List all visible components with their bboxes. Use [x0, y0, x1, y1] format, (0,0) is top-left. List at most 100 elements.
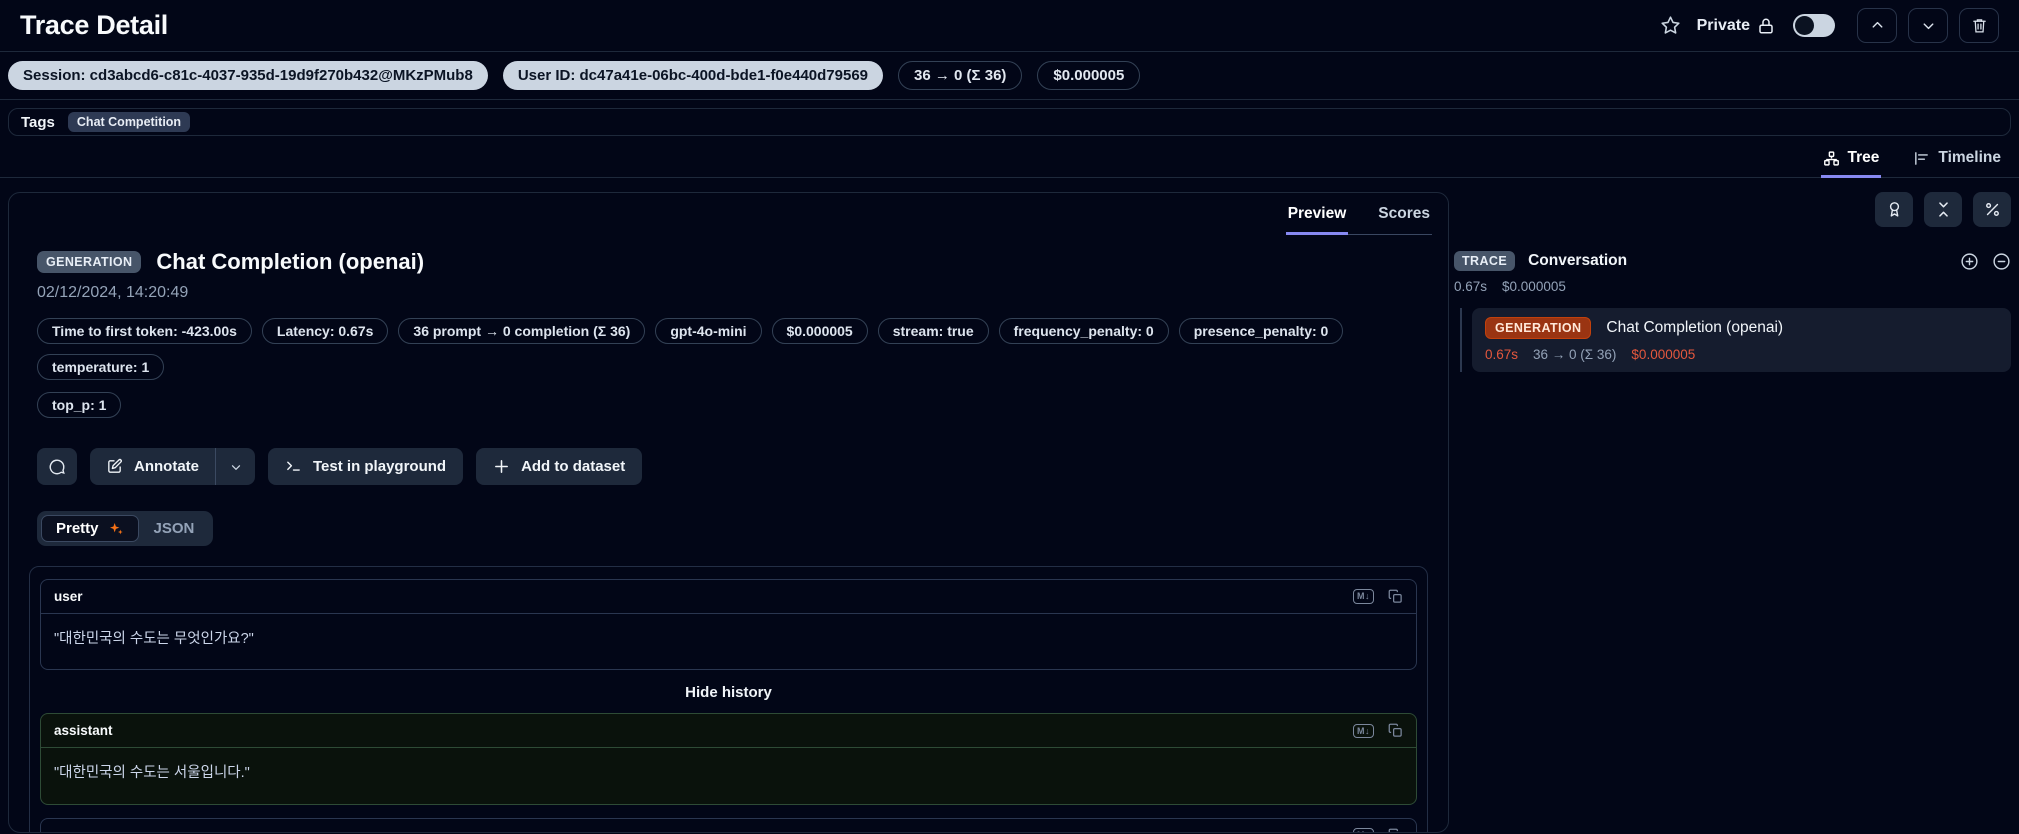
add-to-dataset-button[interactable]: Add to dataset [476, 448, 643, 485]
message-header: user M↓ [41, 580, 1416, 613]
markdown-icon[interactable]: M↓ [1353, 828, 1374, 832]
copy-button[interactable] [1388, 723, 1403, 738]
latency-badge: Latency: 0.67s [261, 318, 389, 344]
node-latency: 0.67s [1485, 347, 1519, 362]
message-content: "대한민국의 수도는 서울입니다." [41, 747, 1416, 803]
hide-history-button[interactable]: Hide history [40, 670, 1417, 713]
json-label: JSON [153, 520, 195, 537]
previous-trace-button[interactable] [1857, 8, 1897, 43]
tree-icon [1823, 150, 1840, 167]
timeline-icon [1913, 150, 1930, 167]
comment-icon [48, 458, 66, 476]
ttft-badge: Time to first token: -423.00s [37, 318, 252, 344]
add-dataset-label: Add to dataset [521, 458, 626, 475]
next-trace-button[interactable] [1908, 8, 1948, 43]
message-header-icons: M↓ [1353, 828, 1403, 832]
annotate-dropdown-button[interactable] [215, 448, 255, 485]
message-card-assistant: assistant M↓ "대한민국의 수도는 서울입니다." [40, 713, 1417, 805]
copy-button[interactable] [1388, 589, 1403, 604]
delete-trace-button[interactable] [1959, 8, 1999, 43]
generation-title: Chat Completion (openai) [156, 249, 425, 274]
test-in-playground-button[interactable]: Test in playground [268, 448, 464, 485]
trash-icon [1971, 17, 1988, 34]
node-metrics: 0.67s 36 → 0 (Σ 36) $0.000005 [1485, 347, 1998, 362]
tree-expand-controls [1960, 252, 2011, 271]
copy-icon [1388, 723, 1403, 738]
message-card-user-1: user M↓ "대한민국의 수도는 무엇인가요?" [40, 579, 1417, 671]
node-title-row: GENERATION Chat Completion (openai) [1485, 317, 1998, 339]
prompt-completion-badge: 36 prompt → 0 completion (Σ 36) [398, 318, 646, 344]
circle-plus-icon [1960, 252, 1979, 271]
copy-button[interactable] [1388, 828, 1403, 832]
tab-tree[interactable]: Tree [1820, 143, 1882, 178]
pretty-toggle-button[interactable]: Pretty [41, 515, 139, 542]
trace-metrics: 0.67s $0.000005 [1454, 279, 2011, 294]
generation-detail: GENERATION Chat Completion (openai) 02/1… [9, 235, 1448, 546]
privacy-toggle[interactable] [1793, 14, 1835, 37]
session-badge[interactable]: Session: cd3abcd6-c81c-4037-935d-19d9f27… [8, 61, 488, 90]
user-id-badge[interactable]: User ID: dc47a41e-06bc-400d-bde1-f0e440d… [502, 61, 884, 90]
plus-icon [493, 458, 510, 475]
tag-chip[interactable]: Chat Competition [67, 112, 191, 132]
temperature-badge: temperature: 1 [37, 354, 165, 380]
chevron-up-icon [1869, 17, 1886, 34]
presence-penalty-badge: presence_penalty: 0 [1178, 318, 1344, 344]
generation-title-row: GENERATION Chat Completion (openai) [37, 249, 1422, 275]
expand-all-button[interactable] [1960, 252, 1979, 271]
trace-nav-buttons [1857, 8, 1999, 43]
top-header: Trace Detail Private [0, 0, 2019, 52]
trace-id-badges-row: Session: cd3abcd6-c81c-4037-935d-19d9f27… [0, 52, 2019, 100]
header-actions: Private [1660, 8, 1999, 43]
tab-preview[interactable]: Preview [1285, 203, 1349, 235]
caret-down-icon [229, 460, 243, 474]
top-p-badge: top_p: 1 [37, 392, 122, 418]
json-toggle-button[interactable]: JSON [139, 515, 210, 542]
trace-root-item[interactable]: TRACE Conversation [1454, 251, 1627, 271]
tags-label: Tags [21, 113, 55, 131]
annotate-button-group: Annotate [90, 448, 255, 485]
metrics-toggle-button[interactable] [1973, 192, 2011, 227]
trace-name: Conversation [1528, 252, 1628, 269]
param-badges-row-2: top_p: 1 [37, 392, 1422, 418]
lock-icon [1757, 17, 1775, 35]
collapse-all-button[interactable] [1924, 192, 1962, 227]
comments-button[interactable] [37, 448, 77, 485]
trace-cost: $0.000005 [1502, 279, 1566, 294]
message-content: "대한민국의 수도는 무엇인가요?" [41, 613, 1416, 669]
tab-scores[interactable]: Scores [1376, 203, 1432, 235]
collapse-tree-button[interactable] [1992, 252, 2011, 271]
panel-tabs-row: Preview Scores [9, 193, 1448, 235]
message-header: user M↓ [41, 819, 1416, 832]
chevron-down-icon [1920, 17, 1937, 34]
sparkles-icon [108, 521, 124, 537]
tab-timeline[interactable]: Timeline [1911, 143, 2003, 178]
stream-badge: stream: true [877, 318, 989, 344]
message-header-icons: M↓ [1353, 589, 1403, 604]
node-type-badge: GENERATION [1485, 317, 1592, 339]
markdown-icon[interactable]: M↓ [1353, 723, 1374, 739]
generation-tree-node[interactable]: GENERATION Chat Completion (openai) 0.67… [1472, 308, 2011, 372]
bookmark-star-button[interactable] [1660, 15, 1681, 36]
generation-actions-row: Annotate Test in playground Add to datas… [37, 448, 1422, 485]
privacy-status: Private [1697, 17, 1775, 35]
test-playground-label: Test in playground [313, 458, 447, 475]
cost-badge: $0.000005 [771, 318, 868, 344]
token-usage-badge: 36 → 0 (Σ 36) [898, 61, 1023, 90]
page-title: Trace Detail [20, 10, 168, 40]
message-role: user [54, 828, 83, 832]
chevrons-collapse-icon [1935, 201, 1952, 218]
generation-type-badge: GENERATION [37, 251, 142, 273]
markdown-icon[interactable]: M↓ [1353, 589, 1374, 604]
frequency-penalty-badge: frequency_penalty: 0 [998, 318, 1169, 344]
trace-root-row: TRACE Conversation [1454, 251, 2011, 271]
cost-badge: $0.000005 [1037, 61, 1141, 90]
percent-icon [1984, 201, 2001, 218]
annotate-button[interactable]: Annotate [90, 448, 215, 485]
model-badge: gpt-4o-mini [655, 318, 762, 344]
tab-tree-label: Tree [1847, 149, 1880, 166]
scores-toggle-button[interactable] [1875, 192, 1913, 227]
trace-type-badge: TRACE [1454, 251, 1516, 271]
pretty-label: Pretty [56, 520, 99, 537]
annotate-label: Annotate [134, 458, 199, 475]
trace-children: GENERATION Chat Completion (openai) 0.67… [1460, 308, 2011, 372]
